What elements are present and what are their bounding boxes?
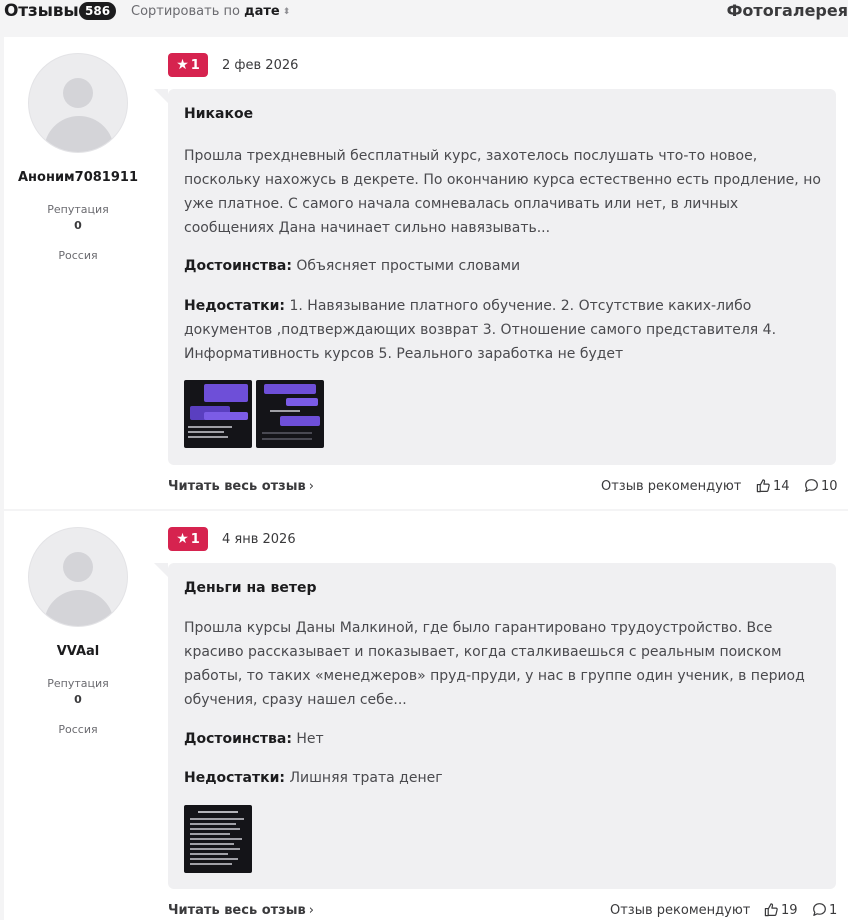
review-cons: Недостатки: Лишняя трата денег xyxy=(184,766,824,790)
reviews-count-badge: 586 xyxy=(79,2,117,20)
read-full-review-link[interactable]: Читать весь отзыв › xyxy=(168,479,314,494)
review-photo-thumbnail[interactable] xyxy=(184,805,252,873)
review-card: VVAal Репутация 0 Россия ★ 1 4 янв 2026 Д… xyxy=(4,511,848,920)
comments-button[interactable]: 10 xyxy=(804,478,838,494)
pros-label: Достоинства: xyxy=(184,731,292,747)
pros-label: Достоинства: xyxy=(184,258,292,274)
avatar-placeholder-icon xyxy=(63,552,93,582)
sort-prefix: Сортировать по xyxy=(131,4,240,19)
sort-control[interactable]: Сортировать по дате ⬍ xyxy=(131,4,290,19)
reputation-value: 0 xyxy=(74,219,82,232)
avatar[interactable] xyxy=(28,53,128,153)
review-title[interactable]: Никакое xyxy=(184,106,253,122)
review-pros: Достоинства: Нет xyxy=(184,727,824,751)
photo-gallery-link[interactable]: Фотогалерея xyxy=(727,1,848,20)
review-date: 2 фев 2026 xyxy=(222,58,299,73)
star-icon: ★ xyxy=(176,57,189,73)
rating-value: 1 xyxy=(190,58,200,73)
reviews-header: Отзывы 586 Сортировать по дате ⬍ Фотогале… xyxy=(0,0,848,26)
author-name[interactable]: Аноним7081911 xyxy=(4,170,152,185)
comments-count: 10 xyxy=(821,479,838,494)
review-content: Никакое Прошла трехдневный бесплатный ку… xyxy=(154,89,836,465)
comments-button[interactable]: 1 xyxy=(812,902,837,918)
reputation-label: Репутация xyxy=(47,677,109,690)
chevron-right-icon: › xyxy=(308,479,314,494)
reviews-title: Отзывы xyxy=(4,1,79,21)
review-cons: Недостатки: 1. Навязывание платного обуч… xyxy=(184,294,824,366)
like-button[interactable]: 19 xyxy=(764,902,798,918)
thumbs-up-icon xyxy=(756,479,770,493)
review-card: Аноним7081911 Репутация 0 Россия ★ 1 2 фе… xyxy=(4,37,848,509)
cons-label: Недостатки: xyxy=(184,298,286,314)
cons-label: Недостатки: xyxy=(184,770,286,786)
sort-icon: ⬍ xyxy=(282,7,291,17)
chevron-right-icon: › xyxy=(308,903,314,918)
review-content: Деньги на ветер Прошла курсы Даны Малкин… xyxy=(154,563,836,889)
read-full-review-link[interactable]: Читать весь отзыв › xyxy=(168,903,314,918)
author-name[interactable]: VVAal xyxy=(4,644,152,659)
likes-count: 19 xyxy=(781,903,798,918)
cons-text: Лишняя трата денег xyxy=(289,770,443,786)
likes-count: 14 xyxy=(773,479,790,494)
avatar-placeholder-icon xyxy=(63,78,93,108)
sort-value: дате xyxy=(244,4,280,19)
review-title[interactable]: Деньги на ветер xyxy=(184,580,316,596)
like-button[interactable]: 14 xyxy=(756,478,790,494)
reputation-label: Репутация xyxy=(47,203,109,216)
comment-icon xyxy=(813,903,826,916)
recommend-label: Отзыв рекомендуют xyxy=(601,479,742,494)
review-body: Прошла курсы Даны Малкиной, где было гар… xyxy=(184,620,805,708)
recommend-label: Отзыв рекомендуют xyxy=(610,903,751,918)
review-pros: Достоинства: Объясняет простыми словами xyxy=(184,254,824,278)
rating-badge: ★ 1 xyxy=(168,53,208,77)
comment-icon xyxy=(805,479,818,492)
review-date: 4 янв 2026 xyxy=(222,532,296,547)
reputation-value: 0 xyxy=(74,693,82,706)
review-photo-thumbnail[interactable] xyxy=(184,380,252,448)
rating-badge: ★ 1 xyxy=(168,527,208,551)
review-body: Прошла трехдневный бесплатный курс, захо… xyxy=(184,148,821,236)
rating-value: 1 xyxy=(190,532,200,547)
pros-text: Нет xyxy=(296,731,324,747)
author-country: Россия xyxy=(58,249,98,262)
comments-count: 1 xyxy=(829,903,838,918)
review-photo-thumbnail[interactable] xyxy=(256,380,324,448)
star-icon: ★ xyxy=(176,531,189,547)
thumbs-up-icon xyxy=(764,903,778,917)
avatar[interactable] xyxy=(28,527,128,627)
pros-text: Объясняет простыми словами xyxy=(296,258,521,274)
author-country: Россия xyxy=(58,723,98,736)
